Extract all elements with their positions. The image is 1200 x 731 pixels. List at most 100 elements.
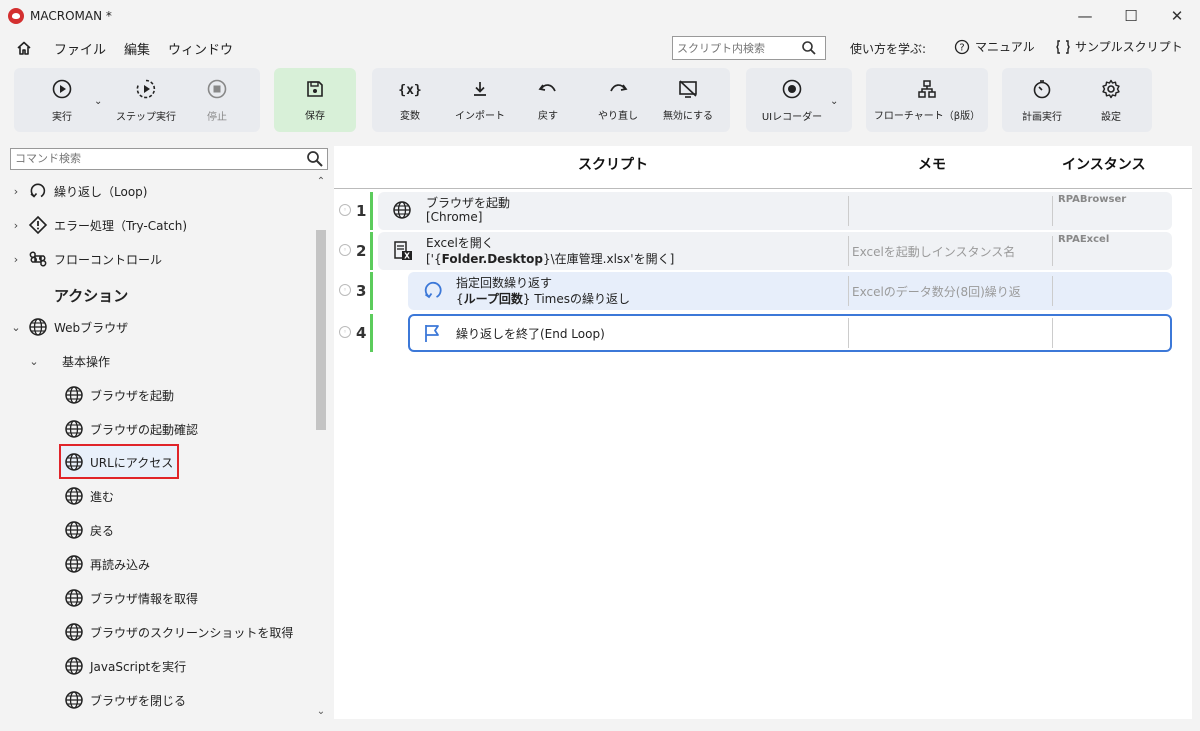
schedule-button[interactable]: 計画実行 [1010,68,1074,132]
redo-button[interactable]: やり直し [588,68,648,132]
memo-cell[interactable]: Excelのデータ数分(8回)繰り返 [852,283,1050,300]
breakpoint-toggle-icon[interactable]: ◦ [339,326,351,338]
menu-bar: ファイル 編集 ウィンドウ 使い方を学ぶ: ? マニュアル サンプルスクリプト [0,32,1200,64]
action-get-browser-info[interactable]: ブラウザ情報を取得 [64,583,198,613]
tree-item-try-catch[interactable]: › エラー処理（Try-Catch) [10,210,187,240]
globe-icon [65,386,83,404]
edit-group: {x} 変数 インポート 戻す やり直し 無効にする [372,68,730,132]
schedule-label: 計画実行 [1022,111,1062,123]
run-button[interactable]: 実行 [34,68,90,132]
action-access-url[interactable]: URLにアクセス [64,447,173,477]
variables-button[interactable]: {x} 変数 [384,68,436,132]
action-label: JavaScriptを実行 [90,659,187,674]
undo-label: 戻す [538,110,558,122]
chevron-down-icon[interactable]: ⌄ [10,321,22,334]
svg-text:X: X [404,252,410,261]
action-label: 再読み込み [90,557,151,572]
action-browser-screenshot[interactable]: ブラウザのスクリーンショットを取得 [64,617,293,647]
script-search-input[interactable] [677,41,797,55]
chevron-down-icon[interactable]: ⌄ [28,355,40,368]
globe-icon [29,318,47,336]
command-search-box[interactable] [10,148,328,170]
tree-item-label: エラー処理（Try-Catch) [54,218,188,233]
tree-item-basic-ops[interactable]: ⌄ 基本操作 [28,346,110,376]
globe-icon [393,201,411,219]
action-reload[interactable]: 再読み込み [64,549,150,579]
import-button[interactable]: インポート [448,68,512,132]
tree-item-web-browser[interactable]: ⌄ Webブラウザ [10,312,128,342]
step-run-icon [136,79,156,98]
command-title: Excelを開く [426,236,494,250]
breakpoint-toggle-icon[interactable]: ◦ [339,284,351,296]
command-tree-scrollbar[interactable]: ⌃ ⌄ [314,174,328,719]
row-status-bar [370,272,373,310]
macroman-logo-icon [8,8,24,24]
command-search-input[interactable] [15,152,295,165]
ui-recorder-button[interactable]: UIレコーダー [750,68,834,132]
script-row-4[interactable]: ◦ 4 繰り返しを終了(End Loop) [334,314,1192,352]
settings-button[interactable]: 設定 [1086,68,1136,132]
step-run-button[interactable]: ステップ実行 [108,68,184,132]
ui-recorder-dropdown-chevron-icon[interactable]: ⌄ [830,96,838,107]
chevron-right-icon[interactable]: › [10,219,22,232]
minimize-button[interactable]: — [1062,0,1108,32]
play-circle-icon [52,79,72,98]
search-icon[interactable] [801,40,817,56]
command-card[interactable]: 指定回数繰り返す {ループ回数} Timesの繰り返し Excelのデータ数分(… [408,272,1172,310]
scrollbar-thumb[interactable] [316,230,326,430]
action-launch-browser[interactable]: ブラウザを起動 [64,380,174,410]
globe-icon [65,657,83,675]
command-card[interactable]: X Excelを開く ['{Folder.Desktop}\在庫管理.xlsx'… [378,232,1172,270]
script-panel: スクリプト メモ インスタンス ◦ 1 ブラウザを起動 [Chrome] RPA… [334,146,1192,719]
flowchart-button[interactable]: フローチャート（β版） [866,68,988,132]
run-group: 実行 ⌄ ステップ実行 停止 [14,68,260,132]
undo-button[interactable]: 戻す [522,68,574,132]
save-button[interactable]: 保存 [274,68,356,132]
script-search-box[interactable] [672,36,826,60]
search-icon[interactable] [306,150,324,168]
globe-icon [65,420,83,438]
column-separator [848,236,849,266]
menu-file[interactable]: ファイル [54,39,106,58]
script-row-1[interactable]: ◦ 1 ブラウザを起動 [Chrome] RPABrowser [334,192,1192,230]
sample-scripts-link[interactable]: サンプルスクリプト [1056,38,1183,55]
home-icon[interactable] [16,40,32,56]
globe-icon [65,521,83,539]
action-run-javascript[interactable]: JavaScriptを実行 [64,651,186,681]
memo-cell[interactable]: Excelを起動しインスタンス名 [852,243,1050,260]
header-divider [334,188,1192,189]
command-card[interactable]: ブラウザを起動 [Chrome] RPABrowser [378,192,1172,230]
action-forward[interactable]: 進む [64,481,114,511]
run-dropdown-chevron-icon[interactable]: ⌄ [94,96,102,107]
globe-icon [65,555,83,573]
script-row-2[interactable]: ◦ 2 X Excelを開く ['{Folder.Desktop}\在庫管理.x… [334,232,1192,270]
globe-icon [65,487,83,505]
action-close-browser[interactable]: ブラウザを閉じる [64,685,186,715]
command-card-selected[interactable]: 繰り返しを終了(End Loop) [408,314,1172,352]
maximize-button[interactable]: ☐ [1108,0,1154,32]
command-title: 指定回数繰り返す [456,276,553,290]
tree-item-flow-control[interactable]: › フローコントロール [10,244,162,274]
action-check-browser[interactable]: ブラウザの起動確認 [64,414,198,444]
close-button[interactable]: ✕ [1154,0,1200,32]
tree-item-loop[interactable]: › 繰り返し（Loop) [10,176,147,206]
toolbar: 実行 ⌄ ステップ実行 停止 保存 {x} 変数 インポート 戻す やり直し 無… [0,64,1200,144]
scroll-down-icon[interactable]: ⌄ [315,706,327,717]
action-back[interactable]: 戻る [64,515,114,545]
script-row-3[interactable]: ◦ 3 指定回数繰り返す {ループ回数} Timesの繰り返し Excelのデー… [334,272,1192,310]
chevron-right-icon[interactable]: › [10,253,22,266]
chevron-right-icon[interactable]: › [10,185,22,198]
sample-script-icon [1056,39,1070,54]
command-key-icon [29,251,47,267]
scroll-up-icon[interactable]: ⌃ [315,176,327,187]
row-number: 4 [356,324,367,342]
breakpoint-toggle-icon[interactable]: ◦ [339,204,351,216]
menu-window[interactable]: ウィンドウ [168,39,233,58]
title-bar: MACROMAN * — ☐ ✕ [0,0,1200,32]
disable-button[interactable]: 無効にする [656,68,720,132]
stop-button[interactable]: 停止 [192,68,242,132]
menu-edit[interactable]: 編集 [124,39,150,58]
question-circle-icon: ? [954,39,970,54]
breakpoint-toggle-icon[interactable]: ◦ [339,244,351,256]
manual-link[interactable]: ? マニュアル [954,38,1035,55]
